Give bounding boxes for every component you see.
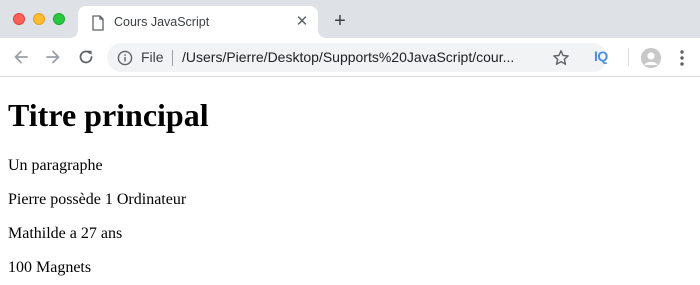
tab-strip: Cours JavaScript ✕ + — [0, 0, 700, 38]
window-minimize-button[interactable] — [33, 13, 45, 25]
reload-icon[interactable] — [76, 47, 96, 67]
forward-icon[interactable] — [43, 47, 63, 67]
page-heading: Titre principal — [8, 97, 209, 133]
toolbar-divider — [628, 48, 629, 66]
window-maximize-button[interactable] — [53, 13, 65, 25]
avatar-icon — [641, 48, 661, 68]
paragraph: Pierre possède 1 Ordinateur — [8, 191, 187, 208]
paragraph: Un paragraphe — [8, 157, 103, 174]
star-icon[interactable] — [552, 49, 570, 67]
new-tab-button[interactable]: + — [330, 11, 350, 31]
window-close-button[interactable] — [13, 13, 25, 25]
tab-cours-javascript[interactable]: Cours JavaScript ✕ — [78, 6, 318, 38]
site-info-label[interactable]: File — [141, 49, 164, 65]
tab-close-icon[interactable]: ✕ — [294, 14, 310, 30]
document-icon — [92, 15, 104, 31]
paragraph: 100 Magnets — [8, 259, 92, 276]
extension-iq-icon[interactable]: IQ — [594, 48, 608, 64]
paragraph: Mathilde a 27 ans — [8, 225, 123, 242]
menu-icon[interactable] — [676, 49, 688, 67]
info-icon[interactable] — [117, 50, 133, 66]
profile-avatar[interactable] — [641, 48, 661, 68]
address-bar[interactable]: File /Users/Pierre/Desktop/Supports%20Ja… — [107, 43, 607, 72]
tab-title: Cours JavaScript — [114, 15, 210, 29]
url-text[interactable]: /Users/Pierre/Desktop/Supports%20JavaScr… — [182, 49, 542, 65]
back-icon[interactable] — [11, 47, 31, 67]
omnibox-divider — [172, 50, 173, 66]
